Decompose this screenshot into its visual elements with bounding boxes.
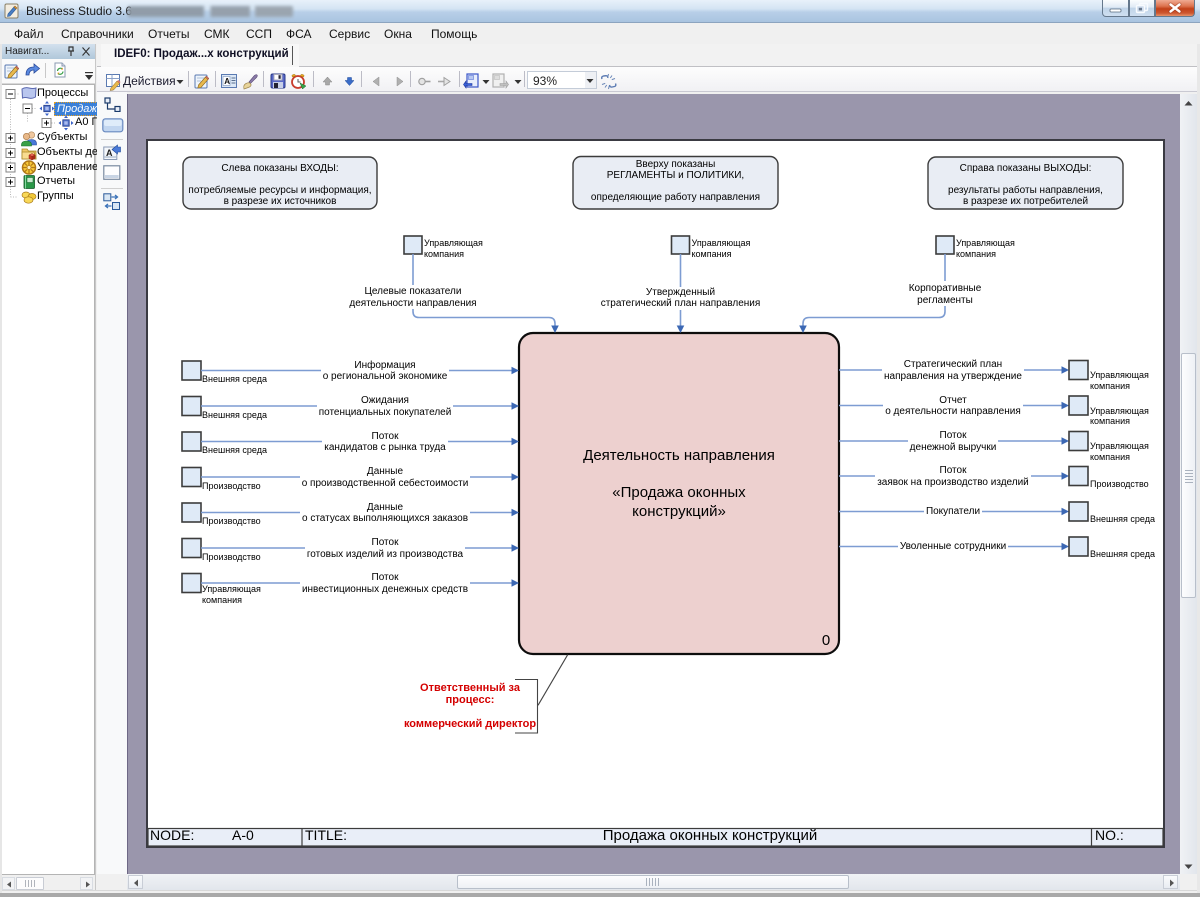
svg-text:A: A (224, 77, 230, 86)
